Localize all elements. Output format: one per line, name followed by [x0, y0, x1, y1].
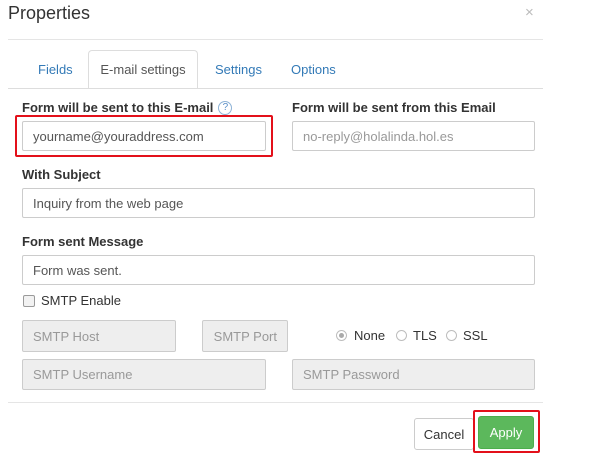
- smtp-username-input[interactable]: SMTP Username: [22, 359, 266, 390]
- apply-button[interactable]: Apply: [478, 416, 534, 449]
- to-email-input[interactable]: yourname@youraddress.com: [22, 121, 266, 151]
- smtp-password-input[interactable]: SMTP Password: [292, 359, 535, 390]
- help-icon[interactable]: ?: [218, 100, 233, 115]
- smtp-port-input[interactable]: SMTP Port: [202, 320, 288, 352]
- security-none-radio[interactable]: [336, 330, 347, 341]
- header-divider: [8, 39, 543, 40]
- security-tls-radio[interactable]: [396, 330, 407, 341]
- dialog-title: Properties: [8, 3, 91, 23]
- smtp-enable-checkbox[interactable]: [23, 295, 35, 307]
- security-ssl-radio[interactable]: [446, 330, 457, 341]
- cancel-button[interactable]: Cancel: [414, 418, 474, 450]
- message-label: Form sent Message: [22, 234, 144, 249]
- smtp-enable-label: SMTP Enable: [41, 293, 121, 308]
- footer-divider: [8, 402, 543, 403]
- close-icon[interactable]: ×: [525, 4, 534, 21]
- message-input[interactable]: Form was sent.: [22, 255, 535, 285]
- subject-label: With Subject: [22, 167, 101, 182]
- security-none-label: None: [354, 328, 386, 343]
- subject-input[interactable]: Inquiry from the web page: [22, 188, 535, 218]
- tab-settings[interactable]: Settings: [215, 62, 262, 77]
- security-ssl-label: SSL: [463, 328, 488, 343]
- security-tls-label: TLS: [413, 328, 437, 343]
- to-email-label: Form will be sent to this E-mail?: [22, 100, 233, 116]
- tab-fields[interactable]: Fields: [38, 62, 73, 77]
- tab-email-settings[interactable]: E-mail settings: [88, 50, 198, 88]
- tab-options[interactable]: Options: [291, 62, 336, 77]
- tabs-baseline: [8, 88, 543, 89]
- to-email-label-text: Form will be sent to this E-mail: [22, 100, 214, 115]
- from-email-input[interactable]: no-reply@holalinda.hol.es: [292, 121, 535, 151]
- smtp-host-input[interactable]: SMTP Host: [22, 320, 176, 352]
- from-email-label: Form will be sent from this Email: [292, 100, 496, 115]
